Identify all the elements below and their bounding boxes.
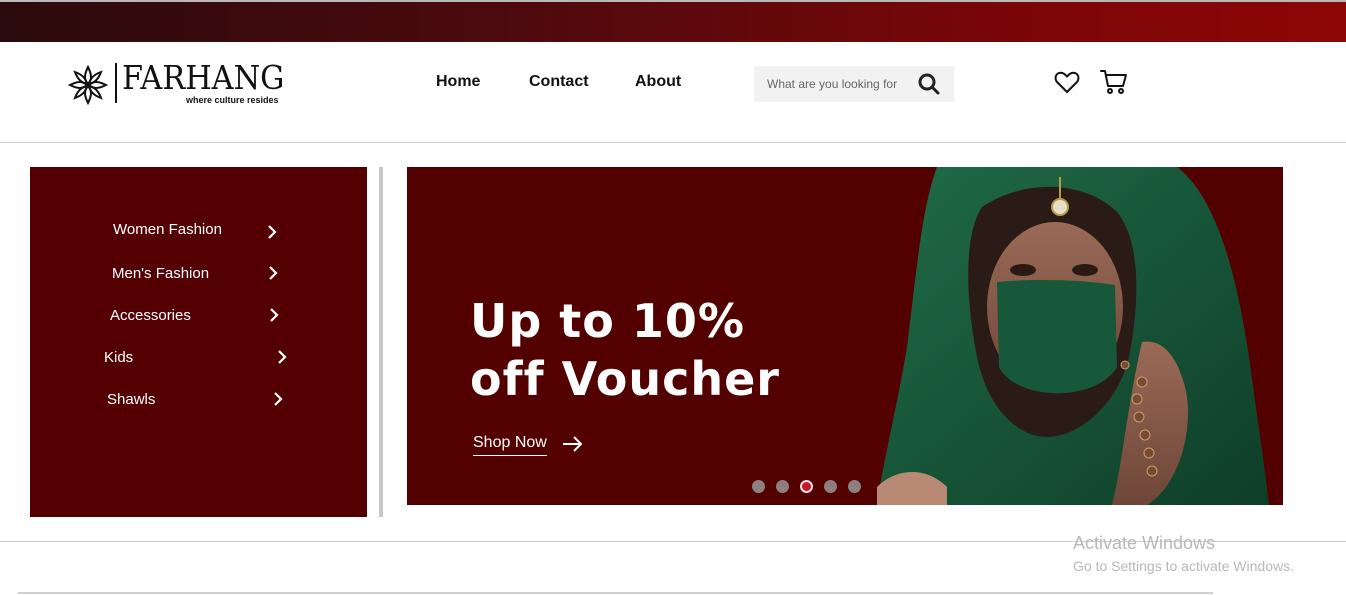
carousel-dot-4[interactable] — [824, 480, 837, 493]
banner-headline: Up to 10% off Voucher — [470, 292, 780, 408]
watermark-subtitle: Go to Settings to activate Windows. — [1073, 558, 1294, 574]
search-input[interactable] — [754, 66, 914, 102]
chevron-right-icon — [268, 225, 277, 239]
sidebar-item-label: Men's Fashion — [112, 265, 210, 282]
headline-line-2: off Voucher — [470, 352, 780, 406]
top-gradient-bar — [0, 0, 1346, 42]
brand-name: FARHANG — [122, 58, 285, 97]
brand-tagline: where culture resides — [186, 95, 279, 105]
nav-about-link[interactable]: About — [635, 73, 681, 91]
search-box — [754, 66, 954, 102]
chevron-right-icon — [270, 308, 279, 322]
heart-icon[interactable] — [1053, 68, 1081, 96]
brand-logo[interactable]: FARHANG where culture resides — [66, 58, 285, 110]
sidebar-item-accessories[interactable]: Accessories — [30, 301, 367, 331]
logo-separator — [115, 63, 117, 103]
sidebar-item-label: Women Fashion — [113, 221, 222, 238]
watermark-title: Activate Windows — [1073, 533, 1216, 553]
sidebar-item-shawls[interactable]: Shawls — [30, 385, 367, 415]
site-header: FARHANG where culture resides Home Conta… — [0, 42, 1346, 143]
sidebar-item-kids[interactable]: Kids — [30, 343, 367, 373]
nav-home-link[interactable]: Home — [436, 73, 480, 91]
chevron-right-icon — [274, 392, 283, 406]
vertical-divider — [379, 167, 383, 517]
carousel-dot-5[interactable] — [848, 480, 861, 493]
cart-icon[interactable] — [1100, 68, 1128, 96]
category-sidebar: Women Fashion Men's Fashion Accessories … — [30, 167, 367, 517]
arrow-right-icon — [563, 436, 583, 452]
search-icon[interactable] — [916, 71, 942, 97]
nav-contact-link[interactable]: Contact — [529, 73, 589, 91]
carousel-dot-1[interactable] — [752, 480, 765, 493]
sidebar-item-label: Kids — [104, 349, 134, 366]
carousel-dot-3[interactable] — [800, 480, 813, 493]
sidebar-item-women-fashion[interactable]: Women Fashion — [30, 215, 367, 245]
bottom-scroll-line — [18, 592, 1213, 594]
model-photo — [877, 167, 1269, 505]
flower-logo-icon — [67, 64, 109, 106]
shop-now-label: Shop Now — [473, 434, 547, 456]
windows-activation-watermark: Activate Windows Go to Settings to activ… — [1073, 533, 1294, 574]
sidebar-item-label: Accessories — [110, 307, 191, 324]
sidebar-item-mens-fashion[interactable]: Men's Fashion — [30, 259, 367, 289]
sidebar-item-label: Shawls — [107, 391, 156, 408]
chevron-right-icon — [278, 350, 287, 364]
carousel-dot-2[interactable] — [776, 480, 789, 493]
headline-line-1: Up to 10% — [470, 294, 746, 348]
chevron-right-icon — [269, 266, 278, 280]
promo-banner: Up to 10% off Voucher Shop Now — [407, 167, 1283, 505]
